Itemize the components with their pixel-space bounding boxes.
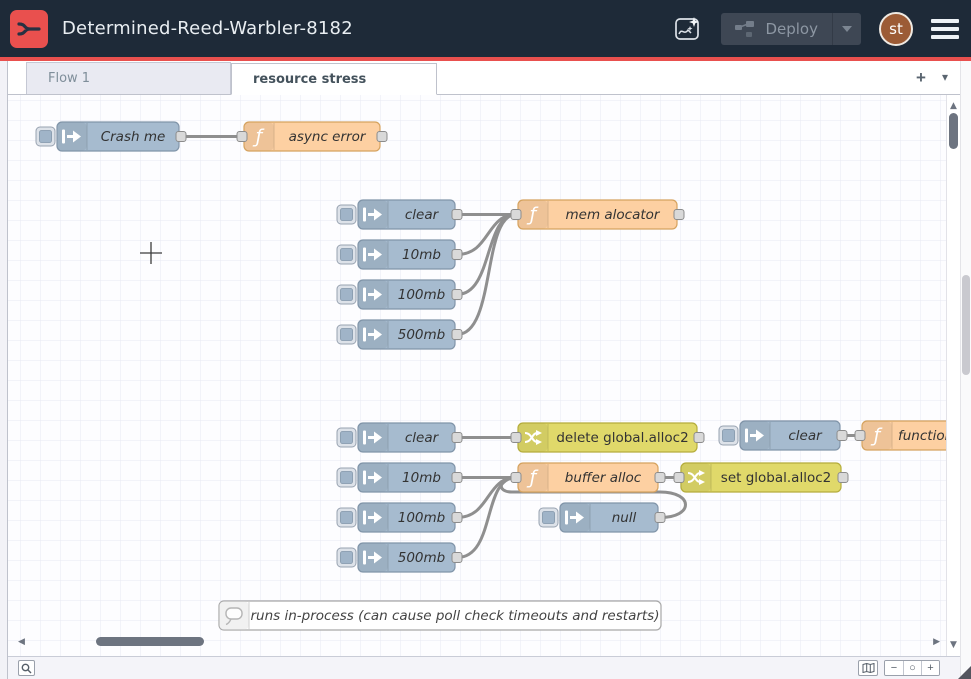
user-avatar[interactable]: st [879, 12, 913, 46]
output-port[interactable] [176, 132, 186, 142]
scroll-up-icon[interactable]: ▲ [947, 101, 960, 111]
node-label: mem alocator [566, 207, 661, 223]
page-scrollbar-thumb[interactable] [962, 275, 970, 375]
app-logo-icon[interactable] [10, 10, 48, 48]
editor-footer: − ○ + [8, 656, 960, 679]
node-label: clear [405, 430, 440, 446]
node-label: function [898, 428, 946, 444]
node-label: 100mb [398, 287, 446, 303]
node-red-editor: Determined-Reed-Warbler-8182 [0, 0, 971, 679]
output-port[interactable] [452, 330, 462, 340]
palette-strip [0, 61, 8, 679]
flow-tabbar: Flow 1 resource stress + ▾ [8, 61, 960, 95]
chevron-down-icon [842, 26, 852, 32]
ai-assistant-icon[interactable] [673, 14, 703, 44]
node-mem-alocator[interactable]: ƒmem alocator [511, 200, 684, 229]
input-port[interactable] [511, 473, 521, 483]
node-label: clear [405, 207, 440, 223]
output-port[interactable] [452, 513, 462, 523]
navigator-button[interactable] [858, 660, 878, 676]
node-label: buffer alloc [565, 470, 642, 486]
page-title: Determined-Reed-Warbler-8182 [62, 18, 353, 39]
scroll-right-icon[interactable]: ▶ [933, 637, 940, 647]
node-label: 10mb [402, 247, 441, 263]
output-port[interactable] [674, 210, 684, 220]
horizontal-scrollbar[interactable]: ◀ ▶ [12, 636, 942, 648]
canvas-grid[interactable] [8, 95, 946, 656]
map-icon [862, 663, 875, 673]
output-port[interactable] [452, 473, 462, 483]
node-label: clear [788, 428, 823, 444]
node-delete-global-alloc2[interactable]: delete global.alloc2 [511, 423, 704, 452]
zoom-out-button[interactable]: − [885, 661, 903, 675]
resize-handle[interactable] [958, 666, 971, 679]
deploy-options-button[interactable] [833, 13, 861, 45]
flow-list-chevron-icon[interactable]: ▾ [942, 71, 948, 83]
node-function-clipped[interactable]: ƒfunction [855, 421, 946, 450]
page-scrollbar[interactable] [960, 61, 971, 679]
vertical-scrollbar[interactable]: ▲ ▼ [946, 95, 960, 656]
node-label: async error [289, 129, 367, 145]
node-label: null [612, 510, 637, 526]
horizontal-scrollbar-thumb[interactable] [96, 637, 204, 646]
zoom-reset-button[interactable]: ○ [903, 661, 921, 675]
deploy-icon [735, 21, 755, 37]
input-port[interactable] [855, 431, 865, 441]
node-label: set global.alloc2 [721, 470, 831, 486]
node-label: 10mb [402, 470, 441, 486]
input-port[interactable] [511, 433, 521, 443]
output-port[interactable] [452, 433, 462, 443]
node-label: Crash me [101, 129, 166, 145]
node-label: 500mb [398, 550, 446, 566]
search-button[interactable] [18, 660, 35, 676]
input-port[interactable] [674, 473, 684, 483]
deploy-button[interactable]: Deploy [721, 13, 861, 45]
flow-canvas[interactable]: Crash me ƒasync error clear 10mb 100mb 500mb ƒ… [8, 95, 946, 656]
tab-resource-stress[interactable]: resource stress [231, 63, 437, 95]
zoom-controls: − ○ + [884, 660, 940, 676]
node-buffer-alloc[interactable]: ƒbuffer alloc [511, 463, 665, 492]
node-label: 100mb [398, 510, 446, 526]
scroll-down-icon[interactable]: ▼ [947, 640, 960, 650]
output-port[interactable] [694, 433, 704, 443]
vertical-scrollbar-thumb[interactable] [949, 113, 958, 149]
header: Determined-Reed-Warbler-8182 [0, 0, 971, 57]
tab-flow-1[interactable]: Flow 1 [26, 62, 231, 94]
output-port[interactable] [452, 553, 462, 563]
output-port[interactable] [655, 473, 665, 483]
scroll-left-icon[interactable]: ◀ [18, 637, 25, 647]
search-icon [21, 663, 32, 674]
node-label: delete global.alloc2 [556, 430, 688, 446]
hamburger-icon [931, 19, 959, 23]
node-set-global-alloc2[interactable]: set global.alloc2 [674, 463, 848, 492]
output-port[interactable] [655, 513, 665, 523]
node-crash-me[interactable]: Crash me [36, 122, 186, 151]
output-port[interactable] [452, 210, 462, 220]
output-port[interactable] [377, 132, 387, 142]
node-label: runs in-process (can cause poll check ti… [251, 608, 660, 624]
output-port[interactable] [452, 250, 462, 260]
input-port[interactable] [511, 210, 521, 220]
add-flow-button[interactable]: + [916, 69, 926, 86]
node-comment[interactable]: runs in-process (can cause poll check ti… [219, 601, 661, 630]
deploy-label: Deploy [765, 20, 818, 38]
output-port[interactable] [837, 431, 847, 441]
input-port[interactable] [237, 132, 247, 142]
output-port[interactable] [838, 473, 848, 483]
node-label: 500mb [398, 327, 446, 343]
main-menu-button[interactable] [931, 19, 959, 39]
zoom-in-button[interactable]: + [921, 661, 939, 675]
output-port[interactable] [452, 290, 462, 300]
node-async-error[interactable]: ƒasync error [237, 122, 387, 151]
